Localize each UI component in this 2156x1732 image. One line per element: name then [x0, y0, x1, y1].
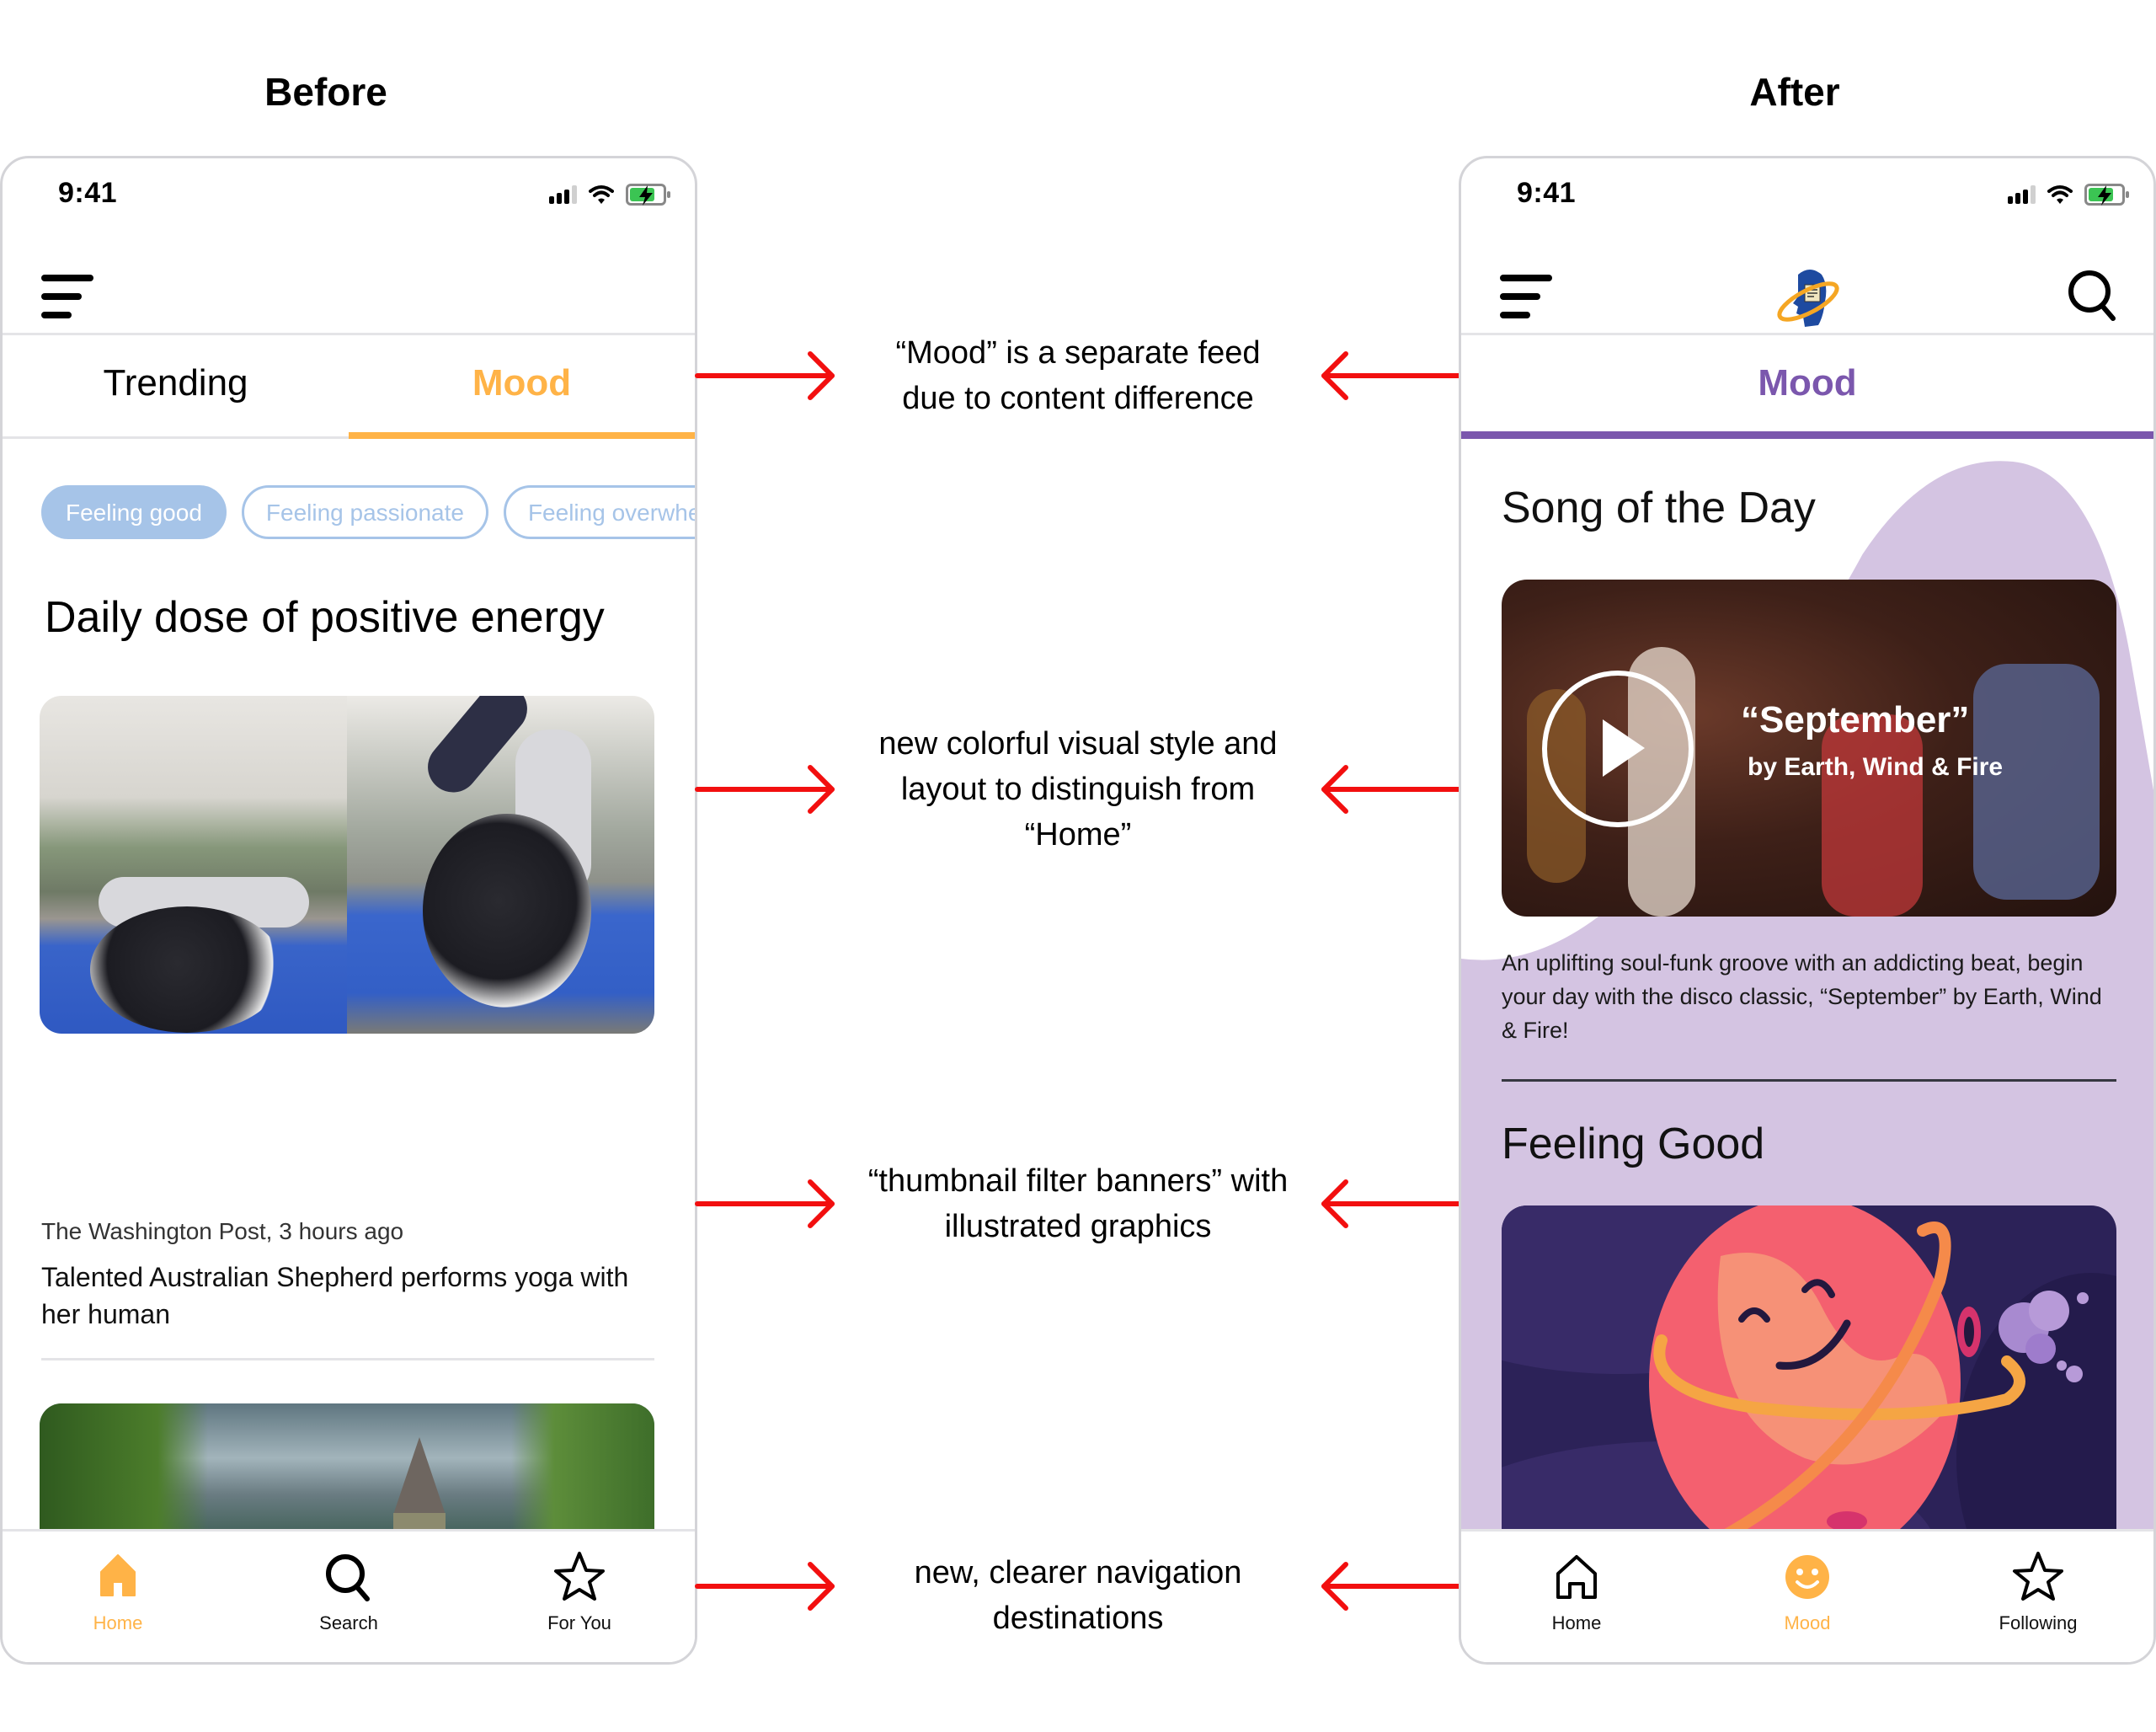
arrow-right-4: [695, 1562, 835, 1611]
smiley-icon: [1785, 1555, 1829, 1599]
search-icon[interactable]: [2066, 268, 2118, 323]
wifi-icon: [2047, 185, 2073, 204]
arrow-left-1: [1321, 351, 1461, 400]
annotation-thumbnail-banners: “thumbnail filter banners” with illustra…: [867, 1163, 1289, 1244]
tab-mood[interactable]: Mood: [1461, 338, 2153, 439]
arrow-left-3: [1321, 1179, 1461, 1228]
song-title: “September”: [1741, 699, 1970, 740]
status-time: 9:41: [1517, 177, 1577, 209]
nav-following[interactable]: Following: [1923, 1532, 2153, 1662]
nav-home[interactable]: Home: [1461, 1532, 1692, 1662]
feeling-good-banner[interactable]: [1502, 1205, 2116, 1542]
arrow-left-4: [1321, 1562, 1461, 1611]
cellular-signal-icon: [2008, 185, 2036, 204]
after-phone-screen: 9:41 Mood Song of the Day “September” by…: [1459, 156, 2156, 1665]
annotation-visual-style: new colorful visual style and layout to …: [878, 726, 1278, 853]
star-icon: [2013, 1552, 2063, 1601]
arrow-right-1: [695, 351, 835, 400]
nav-mood-label: Mood: [1784, 1612, 1831, 1633]
annotation-navigation: new, clearer navigation destinations: [914, 1555, 1242, 1636]
status-icons: [2008, 184, 2129, 206]
bottom-navigation: Home Mood Following: [1461, 1529, 2153, 1662]
status-bar: 9:41: [1461, 158, 2153, 243]
app-header: [1461, 243, 2153, 335]
arrow-right-3: [695, 1179, 835, 1228]
song-artist: by Earth, Wind & Fire: [1748, 753, 2004, 781]
battery-charging-icon: [2084, 184, 2129, 206]
smiling-planet-illustration: [1502, 1205, 2116, 1542]
tab-bar: Mood: [1461, 338, 2153, 439]
home-outline-icon: [1556, 1555, 1597, 1599]
annotation-separate-feed: “Mood” is a separate feed due to content…: [895, 335, 1261, 416]
app-logo-icon[interactable]: [1773, 265, 1844, 332]
feeling-good-heading: Feeling Good: [1502, 1120, 1765, 1168]
song-of-the-day-card[interactable]: “September” by Earth, Wind & Fire: [1502, 580, 2116, 917]
nav-following-label: Following: [1999, 1612, 2078, 1633]
hamburger-menu-icon[interactable]: [1500, 275, 1554, 318]
song-description: An uplifting soul-funk groove with an ad…: [1502, 950, 2102, 1043]
song-of-the-day-heading: Song of the Day: [1502, 484, 1816, 532]
nav-home-label: Home: [1551, 1612, 1602, 1633]
arrow-right-2: [695, 765, 835, 814]
nav-mood[interactable]: Mood: [1692, 1532, 1923, 1662]
section-divider: [1502, 1079, 2116, 1082]
play-button[interactable]: [1542, 671, 1694, 827]
arrow-left-2: [1321, 765, 1461, 814]
